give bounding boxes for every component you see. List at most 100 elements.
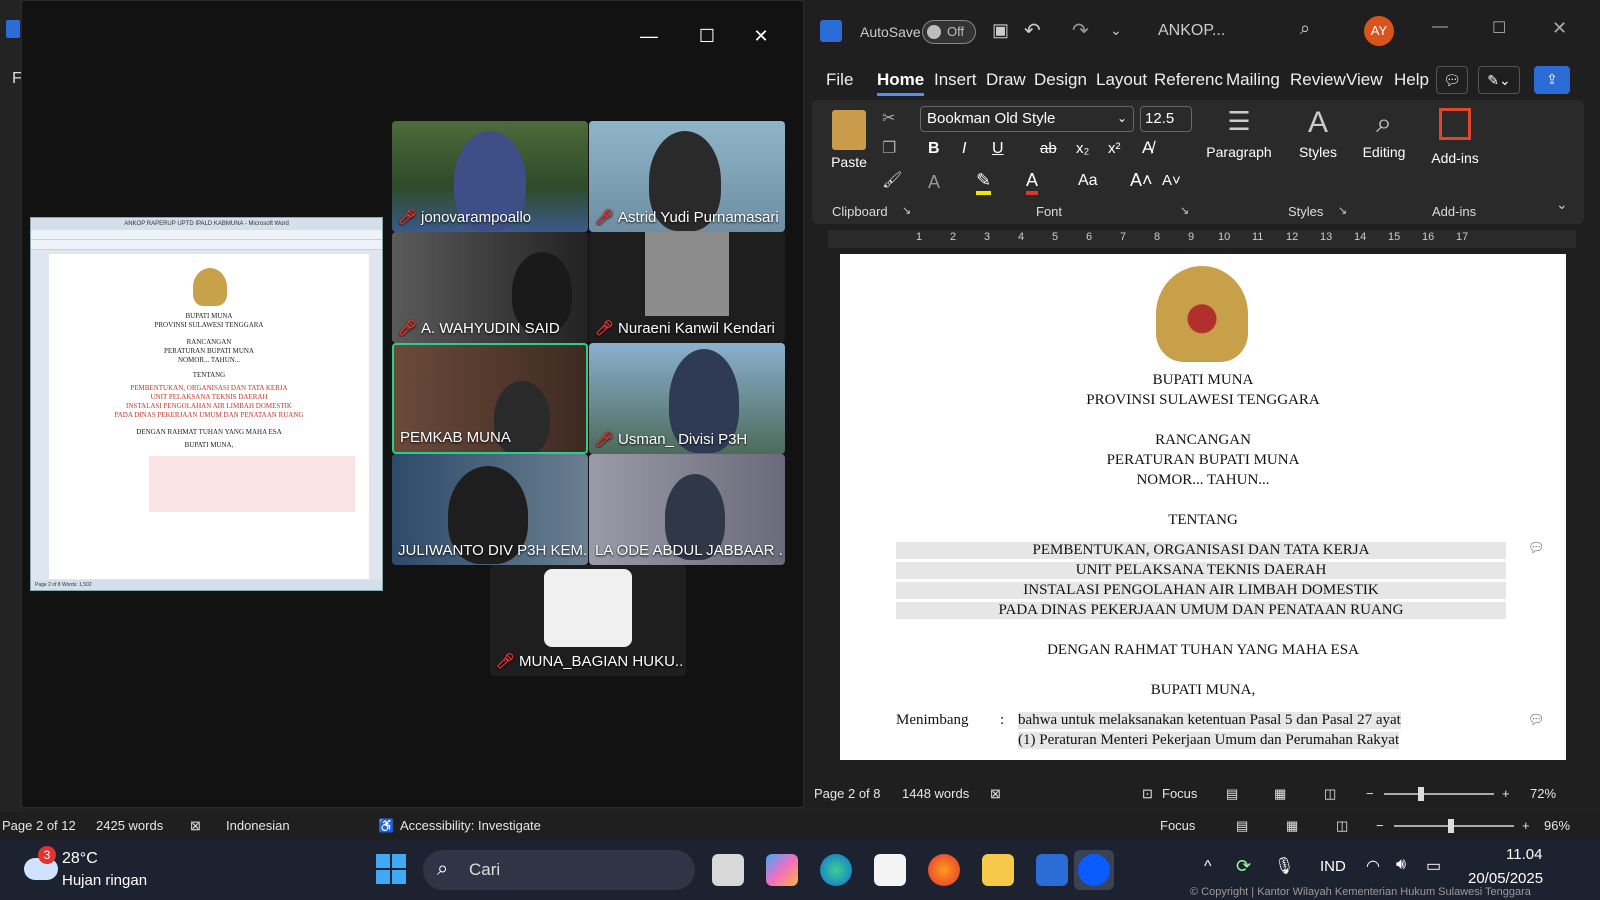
participant-tile[interactable]: 🎤︎ A. WAHYUDIN SAID	[392, 232, 588, 343]
tab-review[interactable]: Review	[1290, 70, 1346, 90]
italic-icon[interactable]: I	[962, 140, 966, 158]
underline-icon[interactable]: U	[992, 140, 1004, 158]
editing-mode-icon[interactable]: ✎⌄	[1478, 66, 1520, 94]
tab-help[interactable]: Help	[1394, 70, 1429, 90]
zoom-taskbar-button[interactable]	[1074, 850, 1114, 890]
strikethrough-icon[interactable]: ab	[1040, 140, 1057, 157]
clock-date[interactable]: 20/05/2025	[1468, 870, 1543, 887]
format-painter-icon[interactable]: 🖌︎	[882, 170, 902, 190]
bg-language[interactable]: Indonesian	[226, 818, 290, 833]
zoom-slider[interactable]	[1384, 787, 1494, 801]
participant-tile[interactable]: JULIWANTO DIV P3H KEM...	[392, 454, 588, 565]
subscript-icon[interactable]: x₂	[1076, 140, 1089, 157]
clear-formatting-icon[interactable]: A̸	[1142, 138, 1153, 158]
bg-accessibility[interactable]: Accessibility: Investigate	[400, 818, 541, 833]
volume-icon[interactable]: 🔊︎	[1396, 856, 1406, 874]
edge-icon[interactable]	[820, 854, 852, 886]
tab-draw[interactable]: Draw	[986, 70, 1026, 90]
undo-icon[interactable]: ↶	[1024, 18, 1041, 43]
tray-overflow-icon[interactable]: ^	[1204, 858, 1212, 876]
document-title[interactable]: ANKOP...	[1158, 22, 1225, 40]
redo-icon[interactable]: ↷	[1072, 18, 1089, 43]
file-explorer-icon[interactable]	[982, 854, 1014, 886]
comment-icon[interactable]: 💬︎	[1528, 540, 1545, 556]
weather-widget[interactable]: 3 28°C Hujan ringan	[20, 846, 180, 894]
paragraph-button[interactable]: ☰ Paragraph	[1202, 106, 1276, 186]
zoom-out-icon[interactable]: −	[1366, 786, 1374, 801]
font-name-select[interactable]: Bookman Old Style ⌄	[920, 106, 1134, 132]
sync-icon[interactable]: ⟳	[1236, 856, 1251, 877]
bold-icon[interactable]: B	[928, 140, 940, 158]
bg-zoom-level[interactable]: 96%	[1544, 818, 1570, 833]
proofing-icon[interactable]: ⊠	[990, 786, 1001, 802]
tab-layout[interactable]: Layout	[1096, 70, 1147, 90]
change-case-icon[interactable]: Aa	[1078, 172, 1098, 190]
print-layout-icon[interactable]: ▦	[1274, 786, 1286, 802]
participant-tile[interactable]: 🎤︎ Nuraeni Kanwil Kendari	[589, 232, 785, 343]
taskbar-search[interactable]: ⌕ Cari	[423, 850, 695, 890]
focus-button[interactable]: Focus	[1162, 786, 1197, 801]
battery-icon[interactable]: ▭	[1426, 856, 1441, 876]
participant-tile[interactable]: 🎤︎ MUNA_BAGIAN HUKU...	[490, 565, 686, 676]
superscript-icon[interactable]: x²	[1108, 140, 1121, 157]
participant-tile[interactable]: 🎤︎ Astrid Yudi Purnamasari	[589, 121, 785, 232]
minimize-icon[interactable]: —	[1432, 18, 1448, 36]
page-count[interactable]: Page 2 of 8	[814, 786, 881, 801]
store-icon[interactable]	[874, 854, 906, 886]
language-indicator[interactable]: IND	[1320, 858, 1346, 875]
document-page[interactable]: BUPATI MUNA PROVINSI SULAWESI TENGGARA R…	[840, 254, 1566, 760]
avatar[interactable]: AY	[1364, 16, 1394, 46]
close-icon[interactable]: ✕	[1552, 18, 1567, 39]
read-mode-icon[interactable]: ▤	[1236, 818, 1248, 834]
word-count[interactable]: 1448 words	[902, 786, 969, 801]
minimize-icon[interactable]: —	[634, 23, 664, 49]
tab-view[interactable]: View	[1346, 70, 1383, 90]
text-effects-icon[interactable]: A	[928, 172, 940, 193]
participant-tile-active-speaker[interactable]: PEMKAB MUNA	[392, 343, 588, 454]
comment-icon[interactable]: 💬︎	[1528, 712, 1545, 728]
editing-button[interactable]: ⌕ Editing	[1352, 106, 1416, 186]
comments-icon[interactable]: 💬︎	[1436, 66, 1468, 94]
copy-icon[interactable]: ❐	[882, 138, 896, 158]
bg-page-count[interactable]: Page 2 of 12	[2, 818, 76, 833]
task-view-icon[interactable]	[712, 854, 744, 886]
customize-qat-icon[interactable]: ⌄	[1110, 22, 1122, 39]
clock-time[interactable]: 11.04	[1506, 846, 1542, 863]
addins-button[interactable]: Add-ins	[1422, 106, 1488, 186]
paste-button[interactable]: Paste	[824, 106, 874, 186]
zoom-out-icon[interactable]: −	[1376, 818, 1384, 833]
bg-zoom-slider[interactable]	[1394, 819, 1514, 833]
tab-home[interactable]: Home	[877, 70, 925, 96]
font-color-icon[interactable]: A	[1026, 170, 1039, 195]
web-layout-icon[interactable]: ◫	[1336, 818, 1348, 834]
styles-button[interactable]: A Styles	[1288, 106, 1348, 186]
horizontal-ruler[interactable]: 1 2 3 4 5 6 7 8 9 10 11 12 13 14 15 16 1…	[828, 230, 1576, 248]
print-layout-icon[interactable]: ▦	[1286, 818, 1298, 834]
shrink-font-icon[interactable]: A˅	[1162, 172, 1181, 189]
share-icon[interactable]: ⇪	[1534, 66, 1570, 94]
participant-tile[interactable]: 🎤︎ Usman_ Divisi P3H	[589, 343, 785, 454]
clipboard-launcher-icon[interactable]: ↘	[902, 204, 911, 217]
participant-tile[interactable]: LA ODE ABDUL JABBAAR ...	[589, 454, 785, 565]
styles-launcher-icon[interactable]: ↘	[1338, 204, 1347, 217]
autosave-toggle[interactable]: Off	[922, 20, 976, 44]
maximize-icon[interactable]: ☐	[692, 23, 722, 49]
save-icon[interactable]: ▣	[992, 20, 1009, 41]
wifi-icon[interactable]: ◠	[1366, 856, 1380, 876]
close-icon[interactable]: ✕	[746, 23, 776, 49]
microphone-icon[interactable]: 🎙︎	[1274, 856, 1294, 876]
copilot-icon[interactable]	[766, 854, 798, 886]
firefox-icon[interactable]	[928, 854, 960, 886]
collapse-ribbon-icon[interactable]: ⌄	[1556, 196, 1568, 213]
maximize-icon[interactable]: ☐	[1492, 18, 1506, 38]
zoom-level[interactable]: 72%	[1530, 786, 1556, 801]
font-launcher-icon[interactable]: ↘	[1180, 204, 1189, 217]
highlight-icon[interactable]: ✎	[976, 170, 992, 195]
font-size-select[interactable]: 12.5	[1140, 106, 1192, 132]
shared-screen-thumbnail[interactable]: ANKOP RAPERUP UPTD IPALD KABMUNA - Micro…	[30, 217, 383, 591]
bg-word-count[interactable]: 2425 words	[96, 818, 163, 833]
tab-design[interactable]: Design	[1034, 70, 1087, 90]
cut-icon[interactable]: ✂	[882, 108, 895, 128]
zoom-in-icon[interactable]: +	[1522, 818, 1530, 833]
grow-font-icon[interactable]: A˄	[1130, 170, 1153, 191]
